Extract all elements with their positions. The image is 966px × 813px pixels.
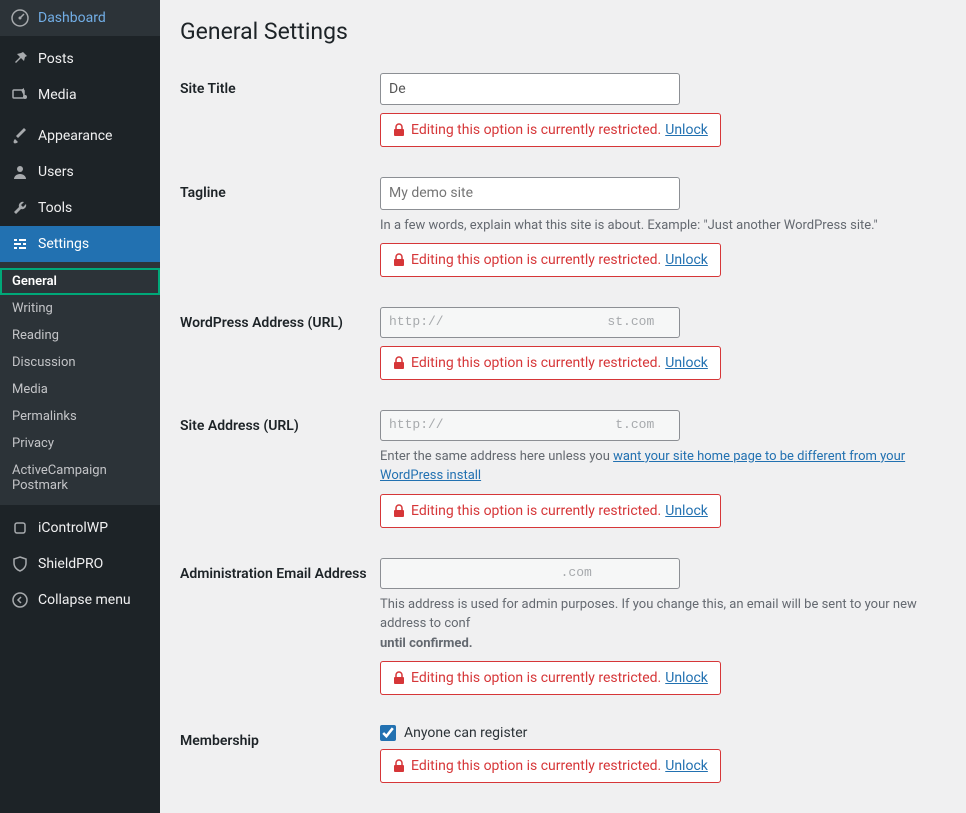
sidebar-label: iControlWP <box>38 520 108 536</box>
sidebar-label: Media <box>38 87 77 103</box>
sliders-icon <box>10 234 30 254</box>
row-site-url: Site Address (URL) Enter the same addres… <box>180 400 946 548</box>
sidebar-label: Collapse menu <box>38 592 131 608</box>
brush-icon <box>10 126 30 146</box>
lock-icon <box>393 504 405 518</box>
submenu-item-reading[interactable]: Reading <box>0 322 160 349</box>
row-tagline: Tagline In a few words, explain what thi… <box>180 167 946 297</box>
lock-icon <box>393 356 405 370</box>
unlock-link[interactable]: Unlock <box>665 670 708 686</box>
lock-icon <box>393 759 405 773</box>
plugin-icon <box>10 518 30 538</box>
submenu-item-general[interactable]: General <box>0 268 160 295</box>
sidebar-label: Dashboard <box>38 10 106 26</box>
sidebar-item-collapse[interactable]: Collapse menu <box>0 582 160 618</box>
row-admin-email: Administration Email Address This addres… <box>180 548 946 715</box>
sidebar-item-shieldpro[interactable]: ShieldPRO <box>0 546 160 582</box>
checkbox-anyone-register[interactable] <box>380 725 396 741</box>
page-title: General Settings <box>180 18 946 45</box>
submenu-item-postmark[interactable]: ActiveCampaign Postmark <box>0 457 160 499</box>
sidebar-item-users[interactable]: Users <box>0 154 160 190</box>
restricted-notice: Editing this option is currently restric… <box>380 749 721 783</box>
notice-text: Editing this option is currently restric… <box>411 355 661 371</box>
input-admin-email[interactable] <box>380 558 680 589</box>
admin-sidebar: Dashboard Posts Media Appearance Users T… <box>0 0 160 813</box>
input-tagline[interactable] <box>380 177 680 209</box>
tagline-description: In a few words, explain what this site i… <box>380 216 946 236</box>
submenu-item-writing[interactable]: Writing <box>0 295 160 322</box>
sidebar-label: Settings <box>38 236 89 252</box>
notice-text: Editing this option is currently restric… <box>411 252 661 268</box>
unlock-link[interactable]: Unlock <box>665 758 708 774</box>
sidebar-item-icontrolwp[interactable]: iControlWP <box>0 510 160 546</box>
submenu-item-media[interactable]: Media <box>0 376 160 403</box>
unlock-link[interactable]: Unlock <box>665 252 708 268</box>
label-site-url: Site Address (URL) <box>180 410 380 528</box>
notice-text: Editing this option is currently restric… <box>411 503 661 519</box>
site-url-description: Enter the same address here unless you w… <box>380 447 946 486</box>
label-membership: Membership <box>180 725 380 783</box>
label-admin-email: Administration Email Address <box>180 558 380 695</box>
notice-text: Editing this option is currently restric… <box>411 670 661 686</box>
user-icon <box>10 162 30 182</box>
sidebar-item-appearance[interactable]: Appearance <box>0 118 160 154</box>
sidebar-item-tools[interactable]: Tools <box>0 190 160 226</box>
collapse-icon <box>10 590 30 610</box>
submenu-item-permalinks[interactable]: Permalinks <box>0 403 160 430</box>
checkbox-label: Anyone can register <box>404 725 527 741</box>
restricted-notice: Editing this option is currently restric… <box>380 113 721 147</box>
sidebar-label: ShieldPRO <box>38 556 103 572</box>
label-tagline: Tagline <box>180 177 380 277</box>
sidebar-label: Users <box>38 164 74 180</box>
restricted-notice: Editing this option is currently restric… <box>380 494 721 528</box>
sidebar-label: Appearance <box>38 128 112 144</box>
admin-email-description: This address is used for admin purposes.… <box>380 595 946 654</box>
lock-icon <box>393 253 405 267</box>
row-membership: Membership Anyone can register Editing t… <box>180 715 946 803</box>
lock-icon <box>393 671 405 685</box>
input-site-title[interactable] <box>380 73 680 105</box>
submenu-item-privacy[interactable]: Privacy <box>0 430 160 457</box>
media-icon <box>10 85 30 105</box>
restricted-notice: Editing this option is currently restric… <box>380 661 721 695</box>
unlock-link[interactable]: Unlock <box>665 355 708 371</box>
unlock-link[interactable]: Unlock <box>665 503 708 519</box>
input-wp-url[interactable] <box>380 307 680 338</box>
dashboard-icon <box>10 8 30 28</box>
wrench-icon <box>10 198 30 218</box>
sidebar-item-settings[interactable]: Settings <box>0 226 160 262</box>
settings-submenu: General Writing Reading Discussion Media… <box>0 262 160 505</box>
submenu-item-discussion[interactable]: Discussion <box>0 349 160 376</box>
label-wp-url: WordPress Address (URL) <box>180 307 380 380</box>
restricted-notice: Editing this option is currently restric… <box>380 346 721 380</box>
row-wp-url: WordPress Address (URL) Editing this opt… <box>180 297 946 400</box>
sidebar-item-posts[interactable]: Posts <box>0 41 160 77</box>
pin-icon <box>10 49 30 69</box>
membership-checkbox-row[interactable]: Anyone can register <box>380 725 946 741</box>
notice-text: Editing this option is currently restric… <box>411 758 661 774</box>
sidebar-item-dashboard[interactable]: Dashboard <box>0 0 160 36</box>
sidebar-label: Posts <box>38 51 74 67</box>
settings-content: General Settings Site Title Editing this… <box>160 0 966 813</box>
unlock-link[interactable]: Unlock <box>665 122 708 138</box>
notice-text: Editing this option is currently restric… <box>411 122 661 138</box>
lock-icon <box>393 123 405 137</box>
input-site-url[interactable] <box>380 410 680 441</box>
shield-icon <box>10 554 30 574</box>
row-site-title: Site Title Editing this option is curren… <box>180 63 946 167</box>
sidebar-label: Tools <box>38 200 72 216</box>
sidebar-item-media[interactable]: Media <box>0 77 160 113</box>
restricted-notice: Editing this option is currently restric… <box>380 243 721 277</box>
label-site-title: Site Title <box>180 73 380 147</box>
